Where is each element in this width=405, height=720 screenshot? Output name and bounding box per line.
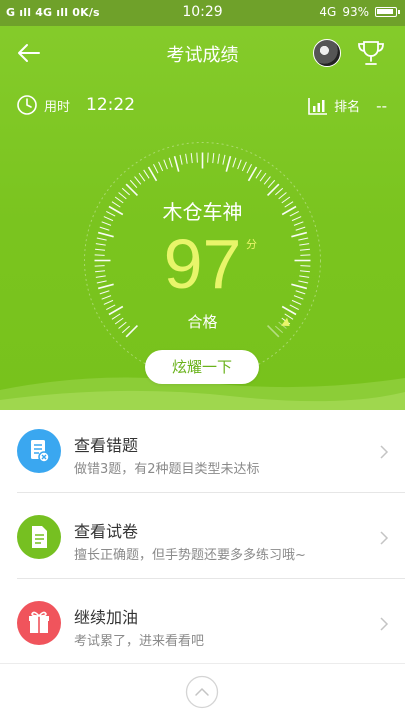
gauge-tick bbox=[246, 164, 252, 174]
gauge-tick bbox=[225, 155, 232, 172]
status-right: 4G 93% bbox=[319, 5, 400, 19]
time-label: 用时 bbox=[44, 99, 71, 115]
wrong-answers-icon bbox=[17, 429, 61, 473]
list-item-subtitle: 考试累了，进来看看吧 bbox=[74, 634, 205, 649]
battery-percent: 93% bbox=[342, 5, 369, 19]
paper-icon bbox=[17, 515, 61, 559]
network-indicator: 4G bbox=[319, 5, 337, 19]
gauge-tick bbox=[232, 157, 237, 168]
avatar[interactable] bbox=[313, 39, 341, 67]
gauge-tick bbox=[179, 154, 183, 165]
share-button[interactable]: 炫耀一下 bbox=[145, 350, 259, 384]
score-value: 97 bbox=[163, 225, 242, 303]
trophy-icon[interactable] bbox=[355, 37, 387, 69]
gauge-tick bbox=[138, 172, 146, 182]
time-value: 12:22 bbox=[86, 95, 136, 115]
gauge-tick bbox=[207, 152, 209, 163]
list-item-title: 继续加油 bbox=[74, 608, 139, 627]
gauge-tick bbox=[163, 159, 168, 170]
gauge-tick bbox=[274, 187, 284, 196]
divider bbox=[17, 492, 405, 493]
gauge-tick bbox=[106, 304, 116, 310]
clock-icon bbox=[17, 95, 37, 115]
gauge-tick bbox=[263, 176, 271, 185]
rank-value: -- bbox=[376, 96, 387, 115]
nickname-title: 木仓车神 bbox=[162, 200, 243, 224]
list-item-title: 查看试卷 bbox=[74, 522, 139, 541]
gauge-tick bbox=[173, 155, 180, 172]
gauge-tick bbox=[196, 152, 198, 163]
gauge-tick bbox=[267, 179, 276, 189]
list-item-subtitle: 擅长正确题，但手势题还要多多练习哦~ bbox=[74, 548, 306, 563]
page-title: 考试成绩 bbox=[166, 45, 239, 66]
time-used: 用时 12:22 bbox=[16, 94, 135, 116]
gauge-tick bbox=[185, 153, 188, 164]
chevron-right-icon bbox=[380, 617, 389, 631]
gauge-tick bbox=[121, 187, 131, 196]
gauge-tick bbox=[259, 172, 267, 182]
gauge-tick bbox=[247, 166, 258, 182]
gauge-tick bbox=[134, 176, 142, 185]
list-item-subtitle: 做错3题，有2种题目类型未达标 bbox=[74, 462, 260, 477]
gauge-tick bbox=[158, 161, 164, 172]
battery-icon bbox=[375, 7, 400, 17]
divider bbox=[17, 578, 405, 579]
gauge-tick bbox=[237, 159, 242, 170]
top-bar: 考试成绩 bbox=[0, 26, 405, 82]
gauge-tick bbox=[217, 153, 220, 164]
gauge-tick bbox=[168, 157, 173, 168]
gauge-tick bbox=[212, 153, 215, 164]
gauge-tick bbox=[153, 164, 159, 174]
bar-chart-icon bbox=[308, 97, 328, 115]
rank-label: 排名 bbox=[334, 100, 361, 115]
gauge-tick bbox=[129, 179, 138, 189]
status-bar: G ıll 4G ıll 0K/s 10:29 4G 93% bbox=[0, 0, 405, 26]
gauge-tick bbox=[147, 166, 158, 182]
chevron-right-icon bbox=[380, 445, 389, 459]
score-unit: 分 bbox=[246, 238, 257, 251]
chevron-right-icon bbox=[380, 531, 389, 545]
divider bbox=[0, 663, 405, 664]
grade-label: 合格 bbox=[187, 313, 218, 331]
gauge-tick bbox=[241, 161, 247, 172]
gift-icon bbox=[17, 601, 61, 645]
list-item-wrong-answers[interactable]: 查看错题 做错3题，有2种题目类型未达标 bbox=[0, 410, 405, 492]
list-item-title: 查看错题 bbox=[74, 436, 139, 455]
gauge-tick bbox=[143, 169, 150, 179]
gauge-tick bbox=[255, 169, 262, 179]
rank[interactable]: 排名 -- bbox=[308, 96, 387, 115]
list-item-exam-paper[interactable]: 查看试卷 擅长正确题，但手势题还要多多练习哦~ bbox=[0, 496, 405, 578]
gauge-tick bbox=[222, 154, 226, 165]
chevron-up-icon[interactable] bbox=[185, 675, 219, 709]
gauge-tick bbox=[190, 153, 193, 164]
list-item-keep-going[interactable]: 继续加油 考试累了，进来看看吧 bbox=[0, 582, 405, 664]
gauge-tick bbox=[289, 304, 299, 310]
